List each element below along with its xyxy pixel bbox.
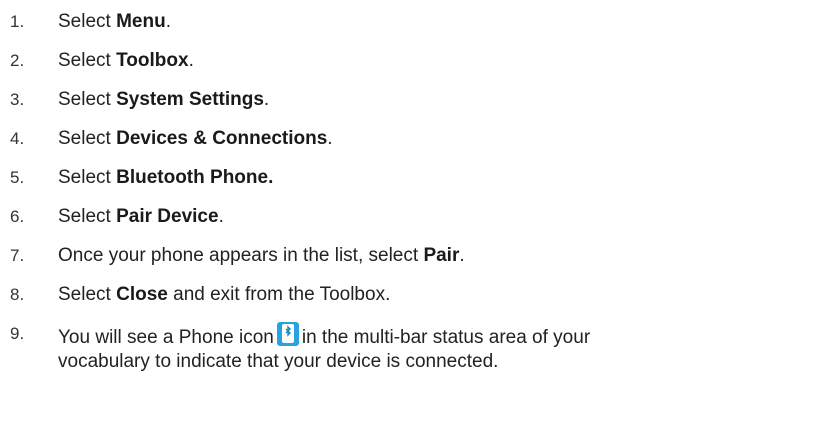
step-text-post: . [218, 206, 224, 227]
step-text: Select Pair Device. [58, 205, 224, 229]
step-number: 9. [10, 324, 25, 343]
step-text-bold: Devices & Connections [116, 128, 328, 149]
step-number: 2. [10, 51, 25, 70]
step-text: Select Toolbox. [58, 49, 194, 73]
step-text-pre: Select [58, 284, 117, 305]
step-text-post: . [327, 128, 333, 149]
step-text-pre: Select [58, 50, 117, 71]
step-number: 1. [10, 12, 25, 31]
step-text-bold: Menu [116, 11, 166, 32]
bluetooth-phone-icon [276, 322, 299, 353]
step-text: Select System Settings. [58, 88, 269, 112]
step-text: Select Close and exit from the Toolbox. [58, 283, 390, 307]
step-text-bold: Close [116, 284, 168, 305]
step-text: Select Bluetooth Phone. [58, 166, 273, 190]
step-number: 6. [10, 207, 25, 226]
step-text-pre: Select [58, 206, 117, 227]
step-text-bold: System Settings [116, 89, 264, 110]
step-text-pre: You will see a Phone icon [58, 327, 274, 348]
step-text-bold: Toolbox [116, 50, 189, 71]
step-text-pre: Select [58, 89, 117, 110]
step-text: Select Menu. [58, 10, 171, 34]
step-text-bold: Pair [423, 245, 460, 266]
step-text: Once your phone appears in the list, sel… [58, 244, 465, 268]
step-text-post: . [263, 89, 270, 110]
step-text-post: . [188, 50, 194, 71]
step-text-bold: Bluetooth Phone. [116, 167, 274, 188]
step-text-pre: Select [58, 11, 117, 32]
step-text: You will see a Phone icon in the multi-ba… [58, 322, 590, 353]
step-number: 3. [10, 90, 25, 109]
step-9-continuation: vocabulary to indicate that your device … [58, 351, 499, 372]
step-text-pre: Select [58, 128, 117, 149]
step-number: 8. [10, 285, 25, 304]
step-number: 5. [10, 168, 25, 187]
instruction-list: 1. Select Menu. 2. Select Toolbox. 3. Se… [0, 0, 815, 422]
step-text-post: and exit from the Toolbox. [167, 284, 391, 305]
step-text: Select Devices & Connections. [58, 127, 333, 151]
step-number: 7. [10, 246, 25, 265]
step-text-post: . [459, 245, 465, 266]
step-text-post: in the multi-bar status area of your [301, 327, 591, 348]
step-text-pre: Once your phone appears in the list, sel… [58, 245, 424, 266]
step-text-pre: Select [58, 167, 117, 188]
step-number: 4. [10, 129, 25, 148]
step-text-bold: Pair Device [116, 206, 219, 227]
step-text-post: . [165, 11, 171, 32]
